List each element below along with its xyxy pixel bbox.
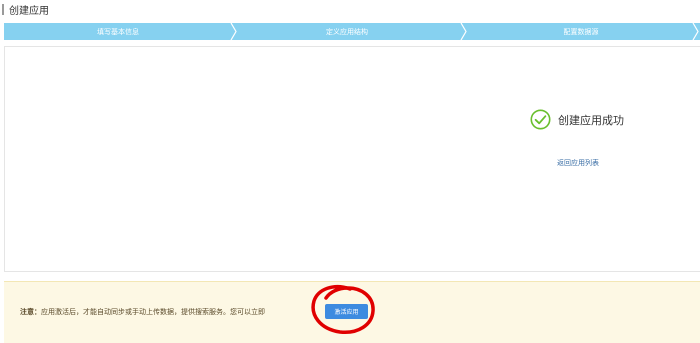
success-message: 创建应用成功 [530,109,624,130]
page-header: 创建应用 [0,0,700,18]
step-progress-bar: 填写基本信息 定义应用结构 配置数据源 [4,23,700,40]
notice-body: 应用激活后，才能自动同步或手动上传数据，提供搜索服务。您可以立即 [41,308,265,316]
annotation-circle-icon [311,284,375,334]
notice-message: 注意：应用激活后，才能自动同步或手动上传数据，提供搜索服务。您可以立即 [20,307,265,317]
chevron-right-icon [692,23,699,40]
title-accent-bar [2,3,4,15]
step-configure-datasource: 配置数据源 [563,27,599,36]
success-text: 创建应用成功 [558,113,624,127]
page-title: 创建应用 [9,5,49,17]
back-to-app-list-link[interactable]: 返回应用列表 [557,158,599,168]
step-define-structure: 定义应用结构 [326,27,368,36]
notice-label: 注意： [20,308,41,316]
check-circle-icon [530,109,551,130]
step-basic-info: 填写基本信息 [97,27,139,36]
